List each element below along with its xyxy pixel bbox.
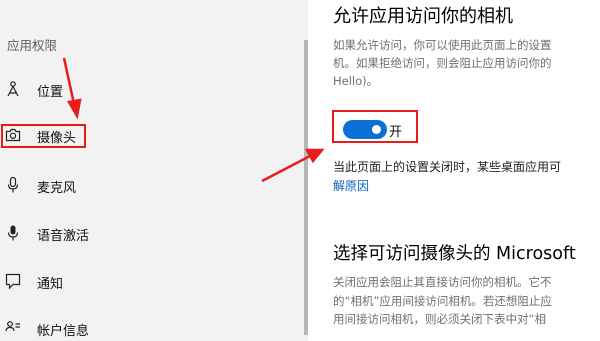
page-title: 允许应用访问你的相机 <box>333 6 513 27</box>
notification-icon <box>5 272 21 290</box>
voice-activation-icon <box>5 224 21 242</box>
sidebar-item-label: 帐户信息 <box>37 324 90 339</box>
desktop-apps-note: 当此页面上的设置关闭时，某些桌面应用可 <box>333 160 562 174</box>
section-description-line: 关闭应用会阻止其直接访问你的相机。它不 <box>333 275 552 289</box>
sidebar-section-title: 应用权限 <box>7 38 58 53</box>
toggle-knob <box>372 125 381 134</box>
learn-why-link[interactable]: 解原因 <box>333 177 369 194</box>
sidebar-item-microphone[interactable]: 麦克风 <box>0 168 308 202</box>
sidebar-item-location[interactable]: 位置 <box>0 72 308 106</box>
description-line: Hello)。 <box>333 74 379 88</box>
section-description-line: 用间接访问相机，则必须关闭下表中对“相 <box>333 312 546 326</box>
settings-sidebar: 应用权限 位置 摄像头 麦克风 语音激活 通知 帐户信息 <box>0 0 308 341</box>
section-description-line: 的“相机”应用间接访问相机。若还想阻止应 <box>333 294 552 308</box>
section-title-microsoft-apps: 选择可访问摄像头的 Microsoft <box>333 244 576 264</box>
toggle-highlight-box: 开 <box>332 110 418 143</box>
camera-highlight-box <box>1 124 86 148</box>
main-content: 允许应用访问你的相机 如果允许访问，你可以使用此页面上的设置 机。如果拒绝访问，… <box>308 0 600 341</box>
sidebar-item-label: 通知 <box>37 277 64 292</box>
sidebar-item-account-info[interactable]: 帐户信息 <box>0 311 308 341</box>
sidebar-item-label: 麦克风 <box>37 181 77 196</box>
sidebar-item-label: 语音激活 <box>37 229 90 244</box>
description-line: 机。如果拒绝访问，则会阻止应用访问你的 <box>333 56 552 70</box>
sidebar-item-voice-activation[interactable]: 语音激活 <box>0 216 308 250</box>
description-line: 如果允许访问，你可以使用此页面上的设置 <box>333 38 552 52</box>
sidebar-item-notifications[interactable]: 通知 <box>0 264 308 298</box>
account-info-icon <box>5 319 21 337</box>
sidebar-item-label: 位置 <box>37 85 64 100</box>
toggle-state-label: 开 <box>389 125 403 140</box>
microphone-icon <box>5 176 21 194</box>
camera-access-toggle[interactable] <box>343 120 387 139</box>
location-icon <box>5 80 21 98</box>
